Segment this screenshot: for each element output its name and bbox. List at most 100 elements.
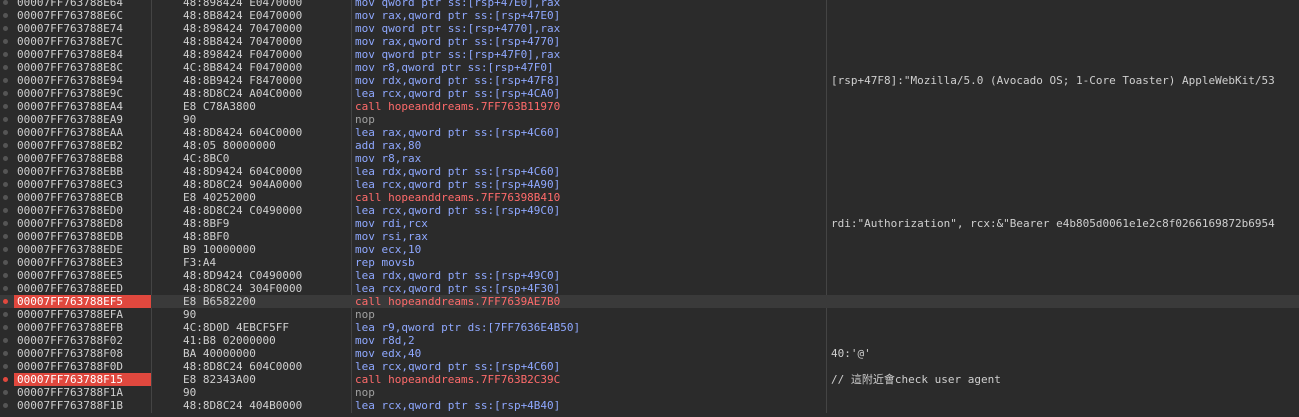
address[interactable]: 00007FF763788EE5 bbox=[14, 269, 151, 282]
instruction-row[interactable]: 00007FF763788F1B 48:8D8C24 404B0000 lea rc… bbox=[0, 399, 1299, 412]
instruction-row[interactable]: 00007FF763788F0D 48:8D8C24 604C0000 lea rc… bbox=[0, 360, 1299, 373]
breakpoint-toggle-icon[interactable] bbox=[3, 13, 8, 18]
instruction-text[interactable]: lea rax,qword ptr ss:[rsp+4C60] bbox=[355, 126, 560, 139]
instruction-row[interactable]: 00007FF763788E74 48:898424 70470000 mov qw… bbox=[0, 22, 1299, 35]
instruction-text[interactable]: rep movsb bbox=[355, 256, 415, 269]
breakpoint-toggle-icon[interactable] bbox=[3, 52, 8, 57]
instruction-row[interactable]: 00007FF763788EED 48:8D8C24 304F0000 lea rc… bbox=[0, 282, 1299, 295]
comment[interactable]: rdi:"Authorization", rcx:&"Bearer e4b805… bbox=[831, 217, 1275, 230]
instruction-row[interactable]: 00007FF763788ED0 48:8D8C24 C0490000 lea rc… bbox=[0, 204, 1299, 217]
instruction-row[interactable]: 00007FF763788EB2 48:05 80000000 add rax,80 bbox=[0, 139, 1299, 152]
breakpoint-toggle-icon[interactable] bbox=[3, 221, 8, 226]
address[interactable]: 00007FF763788EFB bbox=[14, 321, 151, 334]
instruction-text[interactable]: call hopeanddreams.7FF76398B410 bbox=[355, 191, 560, 204]
instruction-text[interactable]: mov r8,rax bbox=[355, 152, 421, 165]
instruction-row[interactable]: 00007FF763788E8C 4C:8B8424 F0470000 mov r8… bbox=[0, 61, 1299, 74]
instruction-text[interactable]: mov r8,qword ptr ss:[rsp+47F0] bbox=[355, 61, 554, 74]
address[interactable]: 00007FF763788F15 bbox=[14, 373, 151, 386]
breakpoint-toggle-icon[interactable] bbox=[3, 390, 8, 395]
breakpoint-toggle-icon[interactable] bbox=[3, 351, 8, 356]
address[interactable]: 00007FF763788ED0 bbox=[14, 204, 151, 217]
address[interactable]: 00007FF763788E74 bbox=[14, 22, 151, 35]
instruction-text[interactable]: nop bbox=[355, 308, 375, 321]
instruction-text[interactable]: mov rsi,rax bbox=[355, 230, 428, 243]
instruction-text[interactable]: call hopeanddreams.7FF763B11970 bbox=[355, 100, 560, 113]
instruction-text[interactable]: mov edx,40 bbox=[355, 347, 421, 360]
instruction-text[interactable]: lea rcx,qword ptr ss:[rsp+4CA0] bbox=[355, 87, 560, 100]
instruction-text[interactable]: lea rcx,qword ptr ss:[rsp+4F30] bbox=[355, 282, 560, 295]
instruction-row[interactable]: 00007FF763788EE5 48:8D9424 C0490000 lea rd… bbox=[0, 269, 1299, 282]
address[interactable]: 00007FF763788F08 bbox=[14, 347, 151, 360]
instruction-text[interactable]: mov rdi,rcx bbox=[355, 217, 428, 230]
instruction-row[interactable]: 00007FF763788EBB 48:8D9424 604C0000 lea rd… bbox=[0, 165, 1299, 178]
address[interactable]: 00007FF763788EDB bbox=[14, 230, 151, 243]
breakpoint-toggle-icon[interactable] bbox=[3, 117, 8, 122]
instruction-row[interactable]: 00007FF763788EAA 48:8D8424 604C0000 lea ra… bbox=[0, 126, 1299, 139]
breakpoint-toggle-icon[interactable] bbox=[3, 143, 8, 148]
instruction-text[interactable]: mov rax,qword ptr ss:[rsp+4770] bbox=[355, 35, 560, 48]
breakpoint-toggle-icon[interactable] bbox=[3, 260, 8, 265]
address[interactable]: 00007FF763788EF5 bbox=[14, 295, 151, 308]
breakpoint-toggle-icon[interactable] bbox=[3, 234, 8, 239]
instruction-text[interactable]: lea rdx,qword ptr ss:[rsp+49C0] bbox=[355, 269, 560, 282]
instruction-text[interactable]: lea rcx,qword ptr ss:[rsp+49C0] bbox=[355, 204, 560, 217]
breakpoint-toggle-icon[interactable] bbox=[3, 182, 8, 187]
instruction-text[interactable]: add rax,80 bbox=[355, 139, 421, 152]
comment[interactable]: // 這附近會check user agent bbox=[831, 373, 1001, 386]
breakpoint-toggle-icon[interactable] bbox=[3, 312, 8, 317]
address[interactable]: 00007FF763788E64 bbox=[14, 0, 151, 9]
instruction-row[interactable]: 00007FF763788E94 48:8B9424 F8470000 mov rd… bbox=[0, 74, 1299, 87]
instruction-text[interactable]: lea rcx,qword ptr ss:[rsp+4B40] bbox=[355, 399, 560, 412]
instruction-row[interactable]: 00007FF763788EDE B9 10000000 mov ecx,10 bbox=[0, 243, 1299, 256]
instruction-text[interactable]: lea r9,qword ptr ds:[7FF7636E4B50] bbox=[355, 321, 580, 334]
instruction-row[interactable]: 00007FF763788EFA 90 nop bbox=[0, 308, 1299, 321]
breakpoint-toggle-icon[interactable] bbox=[3, 338, 8, 343]
instruction-text[interactable]: lea rdx,qword ptr ss:[rsp+4C60] bbox=[355, 165, 560, 178]
address[interactable]: 00007FF763788F1B bbox=[14, 399, 151, 412]
address[interactable]: 00007FF763788ECB bbox=[14, 191, 151, 204]
instruction-row[interactable]: 00007FF763788E6C 48:8B8424 E0470000 mov ra… bbox=[0, 9, 1299, 22]
breakpoint-toggle-icon[interactable] bbox=[3, 286, 8, 291]
address[interactable]: 00007FF763788E84 bbox=[14, 48, 151, 61]
breakpoint-toggle-icon[interactable] bbox=[3, 130, 8, 135]
breakpoint-toggle-icon[interactable] bbox=[3, 195, 8, 200]
instruction-row[interactable]: 00007FF763788ED8 48:8BF9 mov rdi,rcx rdi:"A… bbox=[0, 217, 1299, 230]
instruction-text[interactable]: mov qword ptr ss:[rsp+47F0],rax bbox=[355, 48, 560, 61]
address[interactable]: 00007FF763788EC3 bbox=[14, 178, 151, 191]
address[interactable]: 00007FF763788E6C bbox=[14, 9, 151, 22]
breakpoint-toggle-icon[interactable] bbox=[3, 208, 8, 213]
instruction-row[interactable]: 00007FF763788E9C 48:8D8C24 A04C0000 lea rc… bbox=[0, 87, 1299, 100]
instruction-text[interactable]: nop bbox=[355, 113, 375, 126]
instruction-text[interactable]: call hopeanddreams.7FF7639AE7B0 bbox=[355, 295, 560, 308]
instruction-text[interactable]: mov rax,qword ptr ss:[rsp+47E0] bbox=[355, 9, 560, 22]
breakpoint-toggle-icon[interactable] bbox=[3, 403, 8, 408]
breakpoint-toggle-icon[interactable] bbox=[3, 247, 8, 252]
address[interactable]: 00007FF763788EA9 bbox=[14, 113, 151, 126]
instruction-row[interactable]: 00007FF763788F15 E8 82343A00 call hopeandd… bbox=[0, 373, 1299, 386]
instruction-row[interactable]: 00007FF763788EDB 48:8BF0 mov rsi,rax bbox=[0, 230, 1299, 243]
address[interactable]: 00007FF763788EB2 bbox=[14, 139, 151, 152]
address[interactable]: 00007FF763788E8C bbox=[14, 61, 151, 74]
instruction-text[interactable]: mov ecx,10 bbox=[355, 243, 421, 256]
breakpoint-toggle-icon[interactable] bbox=[3, 169, 8, 174]
instruction-row[interactable]: 00007FF763788EA9 90 nop bbox=[0, 113, 1299, 126]
breakpoint-toggle-icon[interactable] bbox=[3, 273, 8, 278]
address[interactable]: 00007FF763788EA4 bbox=[14, 100, 151, 113]
address[interactable]: 00007FF763788E9C bbox=[14, 87, 151, 100]
instruction-text[interactable]: call hopeanddreams.7FF763B2C39C bbox=[355, 373, 560, 386]
instruction-row[interactable]: 00007FF763788E64 48:898424 E0470000 mov qw… bbox=[0, 0, 1299, 9]
breakpoint-toggle-icon[interactable] bbox=[3, 104, 8, 109]
instruction-row[interactable]: 00007FF763788F02 41:B8 02000000 mov r8d,2 bbox=[0, 334, 1299, 347]
instruction-row[interactable]: 00007FF763788F1A 90 nop bbox=[0, 386, 1299, 399]
address[interactable]: 00007FF763788EE3 bbox=[14, 256, 151, 269]
breakpoint-icon[interactable] bbox=[3, 299, 8, 304]
address[interactable]: 00007FF763788EAA bbox=[14, 126, 151, 139]
breakpoint-toggle-icon[interactable] bbox=[3, 156, 8, 161]
instruction-row[interactable]: 00007FF763788EB8 4C:8BC0 mov r8,rax bbox=[0, 152, 1299, 165]
instruction-text[interactable]: lea rcx,qword ptr ss:[rsp+4C60] bbox=[355, 360, 560, 373]
breakpoint-toggle-icon[interactable] bbox=[3, 26, 8, 31]
breakpoint-toggle-icon[interactable] bbox=[3, 65, 8, 70]
instruction-row[interactable]: 00007FF763788EF5 E8 B6582200 call hopeandd… bbox=[0, 295, 1299, 308]
breakpoint-icon[interactable] bbox=[3, 377, 8, 382]
breakpoint-toggle-icon[interactable] bbox=[3, 364, 8, 369]
